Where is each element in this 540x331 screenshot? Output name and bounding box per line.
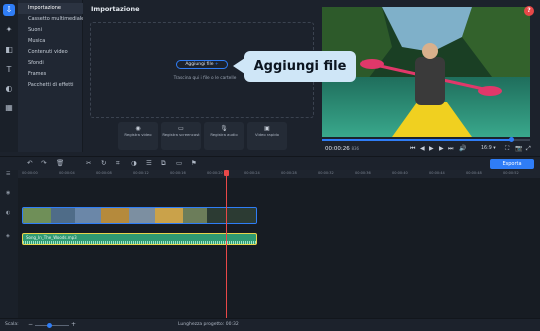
menu-item-suoni[interactable]: Suoni — [18, 25, 83, 36]
add-file-label: Aggiungi file — [185, 62, 214, 67]
titles-icon[interactable]: T — [3, 64, 15, 76]
ruler-tick-label: 00:00:28 — [281, 171, 297, 175]
crop-icon[interactable]: ⌗ — [116, 159, 120, 168]
timecode: 00:00:26 836 — [325, 146, 359, 152]
camera-icon: ◉ — [135, 125, 141, 132]
ruler-tick-label: 00:00:36 — [355, 171, 371, 175]
record-screencast-label: Registra screencast — [162, 132, 200, 137]
skip-forward-icon[interactable]: ⏭ — [448, 145, 453, 153]
prev-frame-icon[interactable]: ◀ — [420, 145, 425, 152]
zoom-in-icon[interactable]: + — [71, 321, 76, 328]
menu-item-frames[interactable]: Frames — [18, 69, 83, 80]
record-screencast-button[interactable]: ▭ Registra screencast — [161, 122, 201, 150]
monitor-icon[interactable]: ▭ — [176, 159, 182, 167]
microphone-icon: 🎙 — [220, 125, 228, 132]
record-video-label: Registra video — [124, 132, 152, 137]
menu-item-cassetto[interactable]: Cassetto multimediale — [18, 14, 83, 25]
edit-toolbar — [0, 156, 540, 170]
skip-back-icon[interactable]: ⏮ — [410, 145, 415, 153]
ruler-tick-label: 00:00:08 — [96, 171, 112, 175]
ruler-tick-label: 00:00:40 — [392, 171, 408, 175]
playhead[interactable] — [226, 171, 227, 318]
play-icon[interactable]: ▶ — [429, 145, 434, 152]
menu-item-contenuti-video[interactable]: Contenuti video — [18, 47, 83, 58]
timecode-main: 00:00:26 — [325, 146, 350, 152]
zoom-slider-handle[interactable] — [47, 323, 52, 328]
track-headers: ☰ ◉ ◐ ◈ — [0, 170, 18, 318]
ruler-tick-label: 00:00:52 — [503, 171, 519, 175]
help-button[interactable]: ? — [524, 6, 534, 16]
video-track-icon[interactable]: ◐ — [6, 210, 10, 216]
add-file-callout: Aggiungi file — [244, 51, 356, 82]
video-clip[interactable] — [22, 207, 257, 224]
timecode-ms: 836 — [351, 146, 360, 151]
ruler-tick-label: 00:00:32 — [318, 171, 334, 175]
ruler-tick-label: 00:00:04 — [59, 171, 75, 175]
menu-item-pacchetti[interactable]: Pacchetti di effetti — [18, 80, 83, 91]
timeline-tracks[interactable] — [18, 178, 540, 318]
scale-label: Scala: — [5, 322, 19, 327]
ruler-tick-label: 00:00:16 — [170, 171, 186, 175]
undo-icon[interactable]: ↶ — [27, 159, 32, 167]
plus-icon: + — [213, 62, 219, 67]
snapshot-icon[interactable]: 📷 — [515, 145, 522, 152]
category-menu: Importazione Cassetto multimediale Suoni… — [18, 0, 83, 152]
cut-icon[interactable]: ✂ — [86, 159, 91, 167]
playhead-handle[interactable] — [224, 170, 229, 176]
more-tools-icon[interactable]: ▦ — [3, 102, 15, 114]
export-button[interactable]: Esporta — [490, 159, 534, 169]
ruler-tick-label: 00:00:20 — [207, 171, 223, 175]
ruler-tick-label: 00:00:24 — [244, 171, 260, 175]
filters-icon[interactable]: ◐ — [3, 83, 15, 95]
quick-video-button[interactable]: ▣ Video rapido — [247, 122, 287, 150]
video-quick-icon: ▣ — [264, 125, 270, 132]
preview-progress — [322, 139, 512, 141]
video-editor-window: ⇩ ✦ ◧ T ◐ ▦ Importazione Cassetto multim… — [0, 0, 540, 331]
quick-video-label: Video rapido — [255, 132, 279, 137]
ruler-tick-label: 00:00:44 — [429, 171, 445, 175]
menu-item-musica[interactable]: Musica — [18, 36, 83, 47]
adjust-icon[interactable]: ◑ — [131, 159, 137, 167]
menu-item-importazione[interactable]: Importazione — [18, 3, 83, 14]
screen-record-icon: ▭ — [178, 125, 184, 132]
audio-track-icon[interactable]: ◈ — [6, 233, 10, 239]
redo-icon[interactable]: ↷ — [41, 159, 46, 167]
video-thumbnails — [23, 208, 256, 223]
zoom-slider[interactable] — [35, 325, 69, 326]
project-duration: Lunghezza progetto: 00:32 — [178, 322, 239, 327]
menu-item-sfondi[interactable]: Sfondi — [18, 58, 83, 69]
zoom-out-icon[interactable]: − — [28, 321, 33, 328]
ruler-tick-label: 00:00:00 — [22, 171, 38, 175]
transitions-icon[interactable]: ◧ — [3, 44, 15, 56]
ruler-tick-label: 00:00:12 — [133, 171, 149, 175]
record-audio-label: Registra audio — [210, 132, 238, 137]
timeline-menu-icon[interactable]: ☰ — [6, 171, 10, 177]
fit-icon[interactable]: ⛶ — [505, 145, 509, 153]
record-video-button[interactable]: ◉ Registra video — [118, 122, 158, 150]
tool-rail: ⇩ ✦ ◧ T ◐ ▦ — [0, 0, 18, 152]
volume-icon[interactable]: 🔊 — [459, 145, 466, 152]
audio-clip-name: Song_In_The_Woods.mp3 — [26, 235, 77, 240]
preview-scrub-handle[interactable] — [509, 137, 515, 142]
add-file-button[interactable]: Aggiungi file + — [176, 60, 228, 69]
fullscreen-icon[interactable]: ⤢ — [526, 145, 531, 153]
panel-title: Importazione — [91, 5, 140, 13]
import-icon[interactable]: ⇩ — [3, 4, 15, 16]
properties-icon[interactable]: ☰ — [146, 159, 152, 167]
magic-wand-icon[interactable]: ✦ — [3, 24, 15, 36]
status-bar — [0, 318, 540, 331]
stabilize-icon[interactable]: ⧉ — [161, 159, 166, 168]
rotate-icon[interactable]: ↻ — [101, 159, 106, 167]
aspect-ratio-select[interactable]: 16:9 ▾ — [481, 146, 496, 151]
flag-icon[interactable]: ⚑ — [191, 159, 197, 167]
record-audio-button[interactable]: 🎙 Registra audio — [204, 122, 244, 150]
track-visibility-icon[interactable]: ◉ — [6, 190, 10, 196]
next-frame-icon[interactable]: ▶ — [439, 145, 444, 152]
ruler-tick-label: 00:00:48 — [466, 171, 482, 175]
delete-icon[interactable]: 🗑 — [56, 159, 64, 167]
